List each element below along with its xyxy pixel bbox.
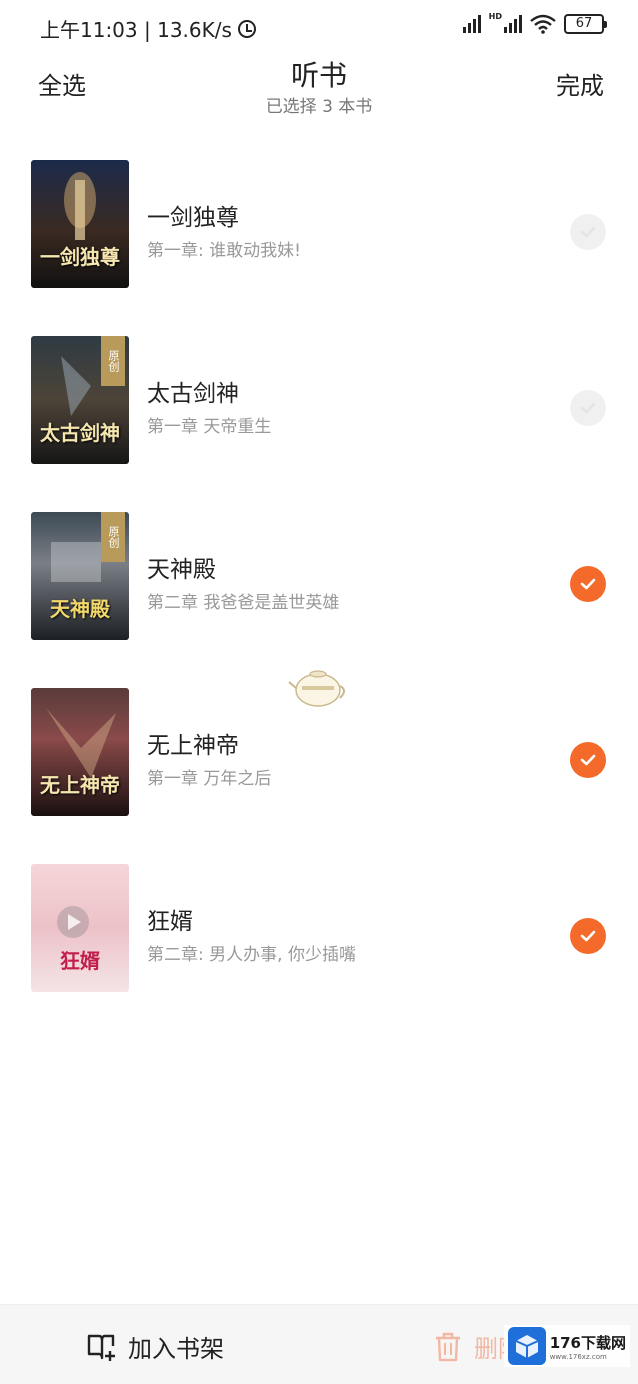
original-badge: 原创 [101,512,125,562]
watermark-logo: 176下载网 www.176xz.com [503,1325,630,1367]
watermark-main: 176下载网 [549,1333,626,1352]
book-cover: 无上神帝 [31,688,129,816]
status-left: 上午11:03 | 13.6K/s [40,14,256,43]
page-title: 听书 [290,59,347,92]
checkmark-icon [580,578,596,590]
checkmark-icon [580,754,596,766]
book-title: 太古剑神 [147,381,239,407]
book-cover: 原创 太古剑神 [31,336,129,464]
book-chapter: 第一章 万年之后 [147,769,272,789]
teapot-icon [288,670,345,707]
checkmark-icon [580,402,596,414]
add-to-shelf-button[interactable]: 加入书架 [86,1329,224,1364]
select-checkbox[interactable] [570,742,606,778]
book-list: 一剑独尊 一剑独尊 第一章: 谁敢动我妹! 原创 太古剑神 太古剑神 第一章 天… [0,150,638,1030]
cover-title: 一剑独尊 [40,245,120,269]
add-to-shelf-label: 加入书架 [128,1335,224,1363]
watermark-sub: www.176xz.com [549,1352,607,1361]
cover-title: 狂婿 [60,949,100,973]
bottom-bar: 加入书架 删除 176下载网 www.176xz.com [0,1304,638,1384]
bookshelf-add-icon [87,1334,115,1361]
checkmark-icon [580,930,596,942]
wifi-icon [530,14,556,34]
checkmark-icon [580,226,596,238]
list-item[interactable]: 狂婿 狂婿 第二章: 男人办事, 你少插嘴 [0,854,638,1030]
alarm-icon [237,19,256,38]
watermark-text: 176下载网 www.176xz.com [550,1332,626,1361]
book-cover: 一剑独尊 [31,160,129,288]
book-title: 天神殿 [147,557,216,583]
status-right: HD 67 [462,11,607,34]
select-checkbox[interactable] [570,918,606,954]
hd-label: HD [488,11,502,21]
done-button[interactable]: 完成 [556,66,604,101]
status-bar: 上午11:03 | 13.6K/s HD 67 [0,0,638,52]
cover-title: 无上神帝 [40,773,120,797]
signal-icon [462,15,481,33]
cube-logo-icon [507,1327,546,1365]
book-cover: 原创 天神殿 [31,512,129,640]
book-title: 一剑独尊 [147,205,239,231]
battery-icon: 67 [564,14,607,34]
trash-icon [436,1332,460,1361]
list-item[interactable]: 原创 天神殿 天神殿 第二章 我爸爸是盖世英雄 [0,502,638,678]
status-time-speed: 上午11:03 | 13.6K/s [40,18,232,42]
book-chapter: 第一章: 谁敢动我妹! [147,241,301,261]
select-checkbox[interactable] [570,390,606,426]
book-title: 无上神帝 [147,733,239,759]
signal-icon-2 [504,15,522,33]
book-chapter: 第二章: 男人办事, 你少插嘴 [147,945,356,965]
list-item[interactable]: 原创 太古剑神 太古剑神 第一章 天帝重生 [0,326,638,502]
book-title: 狂婿 [147,909,193,935]
original-badge: 原创 [101,336,125,386]
book-chapter: 第二章 我爸爸是盖世英雄 [147,593,340,613]
cover-title: 太古剑神 [40,421,120,445]
selection-count: 已选择 3 本书 [265,97,373,117]
list-item[interactable]: 一剑独尊 一剑独尊 第一章: 谁敢动我妹! [0,150,638,326]
book-cover: 狂婿 [31,864,129,992]
header: 全选 听书 已选择 3 本书 完成 [0,52,638,122]
book-chapter: 第一章 天帝重生 [147,417,272,437]
select-checkbox[interactable] [570,214,606,250]
cover-title: 天神殿 [50,597,110,621]
select-checkbox[interactable] [570,566,606,602]
